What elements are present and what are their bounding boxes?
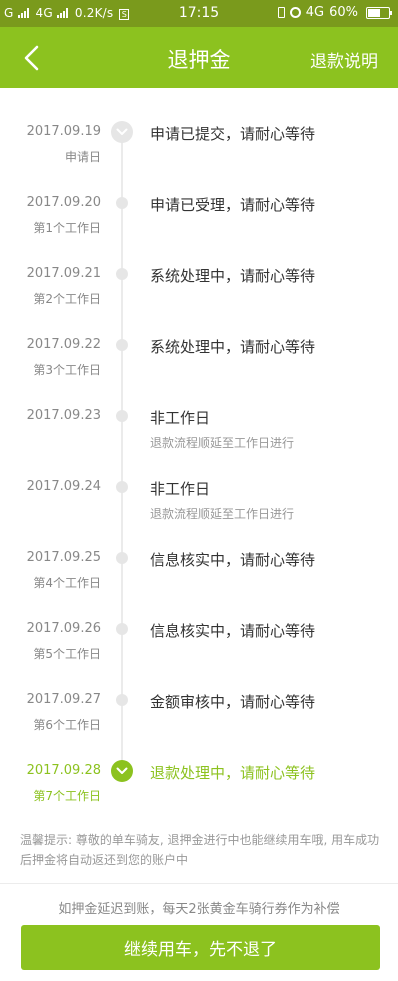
step-date: 2017.09.24 <box>26 479 101 494</box>
step-marker-dot <box>116 268 128 280</box>
step-date: 2017.09.19 <box>26 124 101 139</box>
step-day-label: 第7个工作日 <box>33 789 101 803</box>
timeline-step: 2017.09.25 第4个工作日 信息核实中，请耐心等待 <box>0 514 398 590</box>
current-step-marker <box>111 760 133 782</box>
network-right-label: 4G <box>305 5 325 20</box>
step-marker-dot <box>116 197 128 209</box>
step-title: 非工作日 <box>150 409 211 427</box>
completed-step-marker <box>111 121 133 143</box>
timeline-step: 2017.09.28 第7个工作日 退款处理中，请耐心等待 <box>0 727 398 803</box>
compensation-note: 如押金延迟到账，每天2张黄金车骑行券作为补偿 <box>58 902 340 917</box>
step-title: 系统处理中，请耐心等待 <box>150 267 316 285</box>
timeline-step: 2017.09.24 非工作日 退款流程顺延至工作日进行 <box>0 443 398 521</box>
step-marker-dot <box>116 481 128 493</box>
battery-icon <box>366 6 392 19</box>
step-marker-dot <box>116 339 128 351</box>
step-date: 2017.09.26 <box>26 621 101 636</box>
timeline-step: 2017.09.20 第1个工作日 申请已受理，请耐心等待 <box>0 159 398 235</box>
step-marker-dot <box>116 623 128 635</box>
step-title: 退款处理中，请耐心等待 <box>150 764 316 782</box>
status-right: 4G 60% <box>277 5 392 20</box>
continue-riding-button[interactable]: 继续用车，先不退了 <box>21 925 380 970</box>
refund-timeline: 2017.09.19 申请日 申请已提交，请耐心等待 2017.09.20 第1个工作日… <box>0 88 398 828</box>
step-marker-dot <box>116 552 128 564</box>
timeline-step: 2017.09.22 第3个工作日 系统处理中，请耐心等待 <box>0 301 398 377</box>
step-title: 申请已提交，请耐心等待 <box>150 125 316 143</box>
timeline-step: 2017.09.27 第6个工作日 金额审核中，请耐心等待 <box>0 656 398 732</box>
timeline-step: 2017.09.23 非工作日 退款流程顺延至工作日进行 <box>0 372 398 450</box>
navigation-bar: 退押金 退款说明 <box>0 27 398 88</box>
step-date: 2017.09.20 <box>26 195 101 210</box>
step-title: 信息核实中，请耐心等待 <box>150 622 316 640</box>
step-date: 2017.09.25 <box>26 550 101 565</box>
status-bar: G 4G 0.2K/s S 17:15 4G 60% <box>0 0 398 27</box>
step-title: 金额审核中，请耐心等待 <box>150 693 316 711</box>
step-date: 2017.09.28 <box>26 763 101 778</box>
footer: 如押金延迟到账，每天2张黄金车骑行券作为补偿 继续用车，先不退了 <box>0 883 398 981</box>
battery-percent: 60% <box>329 5 358 20</box>
timeline-step: 2017.09.21 第2个工作日 系统处理中，请耐心等待 <box>0 230 398 306</box>
step-title: 信息核实中，请耐心等待 <box>150 551 316 569</box>
battery-fill <box>368 8 380 17</box>
step-title: 申请已受理，请耐心等待 <box>150 196 316 214</box>
timeline-step: 2017.09.26 第5个工作日 信息核实中，请耐心等待 <box>0 585 398 661</box>
timeline-step: 2017.09.19 申请日 申请已提交，请耐心等待 <box>0 88 398 164</box>
step-date: 2017.09.21 <box>26 266 101 281</box>
refund-info-link[interactable]: 退款说明 <box>310 47 378 72</box>
step-title: 非工作日 <box>150 480 211 498</box>
tip-text: 温馨提示: 尊敬的单车骑友, 退押金进行中也能继续用车哦, 用车成功后押金将自动… <box>20 833 380 867</box>
chevron-down-icon <box>116 767 128 774</box>
vibrate-icon <box>277 7 285 18</box>
chevron-down-icon <box>116 128 128 135</box>
step-date: 2017.09.27 <box>26 692 101 707</box>
step-marker-dot <box>116 410 128 422</box>
alarm-icon <box>289 7 301 18</box>
step-date: 2017.09.22 <box>26 337 101 352</box>
step-date: 2017.09.23 <box>26 408 101 423</box>
step-title: 系统处理中，请耐心等待 <box>150 338 316 356</box>
step-marker-dot <box>116 694 128 706</box>
